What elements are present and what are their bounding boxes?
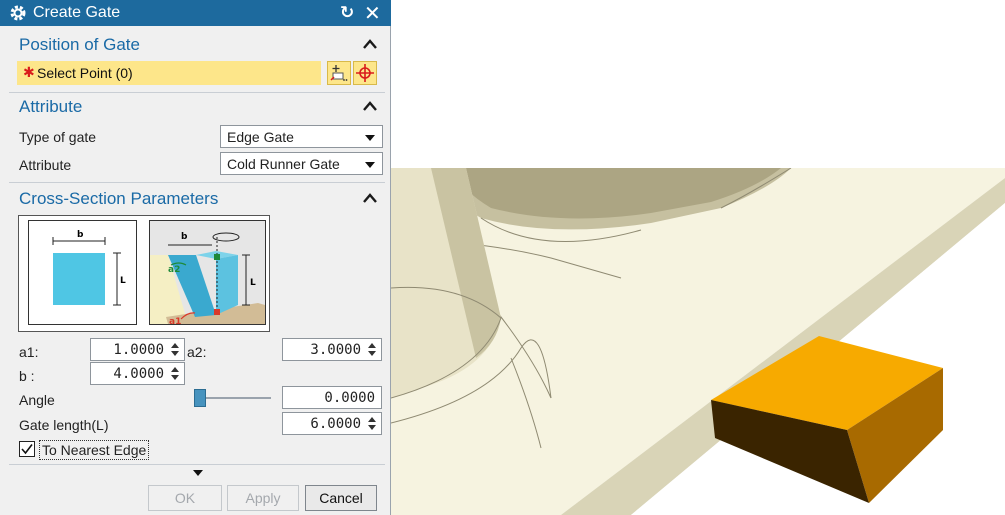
point-dialog-button[interactable] — [327, 61, 351, 85]
section-attribute[interactable]: Attribute — [9, 95, 385, 119]
chevron-up-icon[interactable] — [363, 193, 377, 203]
dialog-title: Create Gate — [33, 4, 121, 21]
attribute-label: Attribute — [19, 157, 72, 173]
diagram-label-b: b — [77, 230, 84, 240]
diagram-label-b2: b — [181, 232, 188, 242]
divider — [9, 182, 385, 183]
required-marker: ✱ — [23, 64, 35, 80]
chevron-up-icon[interactable] — [363, 39, 377, 49]
more-options-icon[interactable] — [193, 470, 203, 476]
divider — [9, 464, 385, 465]
a1-input[interactable]: 1.0000 — [90, 338, 185, 361]
graphics-viewport[interactable] — [391, 168, 1005, 515]
section-square — [53, 253, 105, 305]
gate-length-label: Gate length(L) — [19, 417, 109, 433]
a2-label: a2: — [187, 344, 207, 360]
angle-slider-handle[interactable] — [194, 389, 206, 407]
a1-value: 1.0000 — [113, 342, 164, 358]
angle-value: 0.0000 — [324, 390, 375, 406]
cross-section-diagram: b L b L a2 a1 — [18, 215, 270, 332]
checkmark-icon — [21, 444, 33, 455]
type-of-gate-dropdown[interactable]: Edge Gate — [220, 125, 383, 148]
b-value: 4.0000 — [113, 366, 164, 382]
a2-value: 3.0000 — [310, 342, 361, 358]
close-icon[interactable]: ✕ — [364, 1, 381, 26]
reset-icon[interactable]: ↻ — [340, 3, 354, 23]
to-nearest-edge-checkbox[interactable] — [19, 441, 35, 457]
dropdown-value: Cold Runner Gate — [227, 156, 340, 172]
ok-button[interactable]: OK — [148, 485, 222, 511]
angle-label: Angle — [19, 392, 55, 408]
crosshair-icon — [356, 64, 374, 82]
type-of-gate-label: Type of gate — [19, 129, 97, 145]
chevron-up-icon[interactable] — [363, 101, 377, 111]
gate-length-input[interactable]: 6.0000 — [282, 412, 382, 435]
divider — [9, 92, 385, 93]
angle-slider-track[interactable] — [200, 397, 271, 399]
select-point-field[interactable]: ✱ Select Point (0) — [17, 61, 321, 85]
section-position-of-gate[interactable]: Position of Gate — [9, 33, 385, 57]
gate-length-value: 6.0000 — [310, 416, 361, 432]
apply-button[interactable]: Apply — [227, 485, 299, 511]
attribute-dropdown[interactable]: Cold Runner Gate — [220, 152, 383, 175]
section-cross-section[interactable]: Cross-Section Parameters — [9, 187, 385, 211]
cancel-button[interactable]: Cancel — [305, 485, 377, 511]
angle-input[interactable]: 0.0000 — [282, 386, 382, 409]
section-title: Position of Gate — [19, 35, 140, 54]
gear-icon — [10, 5, 26, 21]
spinner-icon[interactable] — [171, 342, 179, 357]
b-input[interactable]: 4.0000 — [90, 362, 185, 385]
diagram-label-a2: a2 — [168, 265, 180, 275]
select-point-label: Select Point (0) — [37, 65, 133, 81]
diagram-label-L: L — [120, 276, 126, 286]
point-dialog-icon — [330, 65, 348, 81]
dropdown-value: Edge Gate — [227, 129, 294, 145]
diagram-label-a1: a1 — [169, 317, 181, 327]
spinner-icon[interactable] — [368, 342, 376, 357]
b-label: b : — [19, 368, 35, 384]
a1-label: a1: — [19, 344, 39, 360]
spinner-icon[interactable] — [171, 366, 179, 381]
section-title: Cross-Section Parameters — [19, 189, 219, 208]
a2-input[interactable]: 3.0000 — [282, 338, 382, 361]
model-view — [391, 168, 1005, 515]
point-type-button[interactable] — [353, 61, 377, 85]
diagram-label-L2: L — [250, 278, 256, 288]
dialog-title-bar: Create Gate ↻ ✕ — [0, 0, 391, 26]
to-nearest-edge-label[interactable]: To Nearest Edge — [39, 440, 150, 460]
section-title: Attribute — [19, 97, 83, 116]
chevron-down-icon — [365, 135, 375, 141]
spinner-icon[interactable] — [368, 416, 376, 431]
create-gate-dialog: Create Gate ↻ ✕ Position of Gate ✱ Selec… — [0, 0, 391, 515]
chevron-down-icon — [365, 162, 375, 168]
